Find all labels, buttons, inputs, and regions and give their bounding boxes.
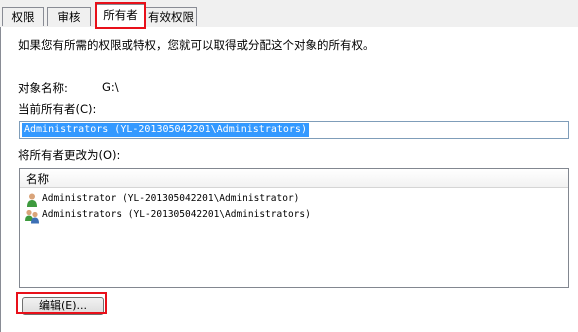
tab-effective-permissions[interactable]: 有效权限 <box>145 7 197 26</box>
list-item[interactable]: Administrators (YL-201305042201\Administ… <box>24 208 564 224</box>
list-column-header[interactable]: 名称 <box>20 169 568 188</box>
object-name-label: 对象名称: <box>18 81 68 95</box>
tab-permissions[interactable]: 权限 <box>2 7 44 26</box>
tab-owner[interactable]: 所有者 <box>96 4 145 28</box>
column-name-label: 名称 <box>26 172 49 186</box>
description-text: 如果您有所需的权限或特权，您就可以取得或分配这个对象的所有权。 <box>18 38 375 52</box>
list-item[interactable]: Administrator (YL-201305042201\Administr… <box>24 192 564 208</box>
list-item-label: Administrator (YL-201305042201\Administr… <box>42 193 300 204</box>
edit-button[interactable]: 编辑(E)... <box>22 297 104 315</box>
owner-candidate-list[interactable]: 名称 Administrator (YL-201305042201\Admini… <box>19 168 569 288</box>
user-icon <box>27 193 37 207</box>
current-owner-field[interactable]: Administrators (YL-201305042201\Administ… <box>19 121 569 139</box>
list-item-label: Administrators (YL-201305042201\Administ… <box>42 209 311 220</box>
tab-auditing[interactable]: 审核 <box>47 7 91 26</box>
user-group-icon <box>25 209 39 224</box>
current-owner-value[interactable]: Administrators (YL-201305042201\Administ… <box>22 123 309 137</box>
current-owner-label: 当前所有者(C): <box>18 102 97 116</box>
object-name-value: G:\ <box>102 80 119 94</box>
tab-strip: 权限 审核 所有者 有效权限 <box>0 0 578 29</box>
change-owner-label: 将所有者更改为(O): <box>18 148 121 162</box>
